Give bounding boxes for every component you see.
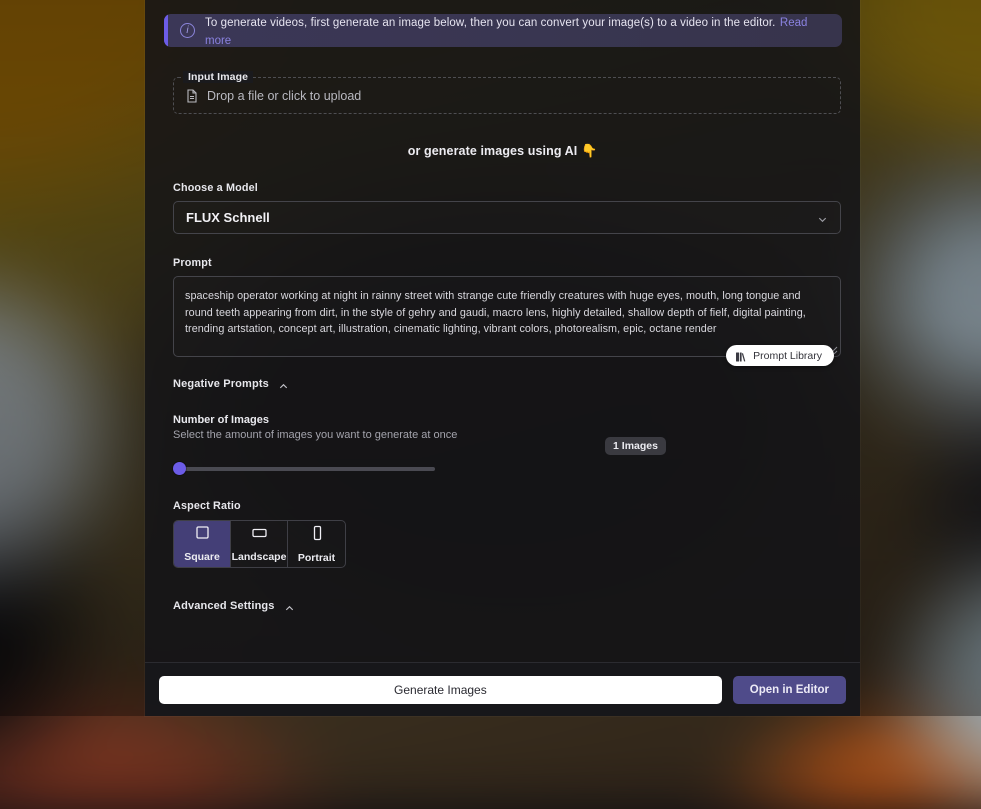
negative-prompts-toggle[interactable]: Negative Prompts — [173, 378, 289, 390]
generate-with-ai-heading: or generate images using AI 👇 — [163, 143, 842, 159]
advanced-settings-toggle[interactable]: Advanced Settings — [173, 600, 295, 612]
pointing-down-icon: 👇 — [581, 143, 597, 158]
file-icon — [186, 89, 198, 103]
generate-images-button[interactable]: Generate Images — [159, 676, 722, 704]
aspect-ratio-label: Aspect Ratio — [173, 500, 841, 512]
generation-panel: i To generate videos, first generate an … — [145, 0, 860, 716]
model-field: Choose a Model FLUX Schnell — [173, 182, 841, 234]
prompt-value: spaceship operator working at night in r… — [185, 288, 826, 338]
info-circle-icon: i — [180, 23, 195, 38]
chevron-up-icon — [278, 379, 289, 390]
book-icon — [735, 350, 747, 362]
generate-with-ai-text: or generate images using AI — [408, 144, 578, 158]
info-banner-message: To generate videos, first generate an im… — [205, 17, 775, 29]
landscape-ratio-icon — [251, 525, 268, 545]
prompt-label: Prompt — [173, 257, 841, 269]
advanced-settings-label: Advanced Settings — [173, 600, 275, 612]
input-image-placeholder: Drop a file or click to upload — [207, 89, 361, 103]
portrait-ratio-icon — [311, 525, 323, 546]
prompt-library-label: Prompt Library — [753, 350, 822, 362]
chevron-up-icon — [284, 601, 295, 612]
input-image-legend: Input Image — [183, 71, 253, 83]
slider-track — [181, 467, 435, 471]
aspect-ratio-option-square[interactable]: Square — [174, 521, 231, 567]
number-of-images-block: Number of Images Select the amount of im… — [173, 414, 841, 474]
chevron-down-icon — [817, 212, 828, 223]
input-image-dropzone[interactable]: Input Image Drop a file or click to uplo… — [173, 77, 841, 114]
prompt-textarea[interactable]: spaceship operator working at night in r… — [173, 276, 841, 357]
slider-thumb[interactable] — [173, 462, 186, 475]
model-selected-value: FLUX Schnell — [186, 210, 270, 225]
panel-scroll-area: i To generate videos, first generate an … — [145, 0, 860, 662]
info-banner-text: To generate videos, first generate an im… — [205, 14, 828, 47]
prompt-field: Prompt spaceship operator working at nig… — [173, 257, 841, 357]
aspect-ratio-label-portrait: Portrait — [298, 552, 335, 564]
prompt-library-button[interactable]: Prompt Library — [726, 345, 834, 366]
open-in-editor-button[interactable]: Open in Editor — [733, 676, 846, 704]
aspect-ratio-option-portrait[interactable]: Portrait — [288, 521, 345, 567]
aspect-ratio-label-landscape: Landscape — [232, 551, 287, 563]
number-of-images-slider[interactable] — [173, 462, 435, 474]
number-of-images-title: Number of Images — [173, 414, 841, 426]
square-ratio-icon — [195, 525, 210, 545]
aspect-ratio-label-square: Square — [184, 551, 220, 563]
negative-prompts-label: Negative Prompts — [173, 378, 269, 390]
aspect-ratio-group: Square Landscape — [173, 520, 346, 568]
model-select[interactable]: FLUX Schnell — [173, 201, 841, 234]
info-banner: i To generate videos, first generate an … — [164, 14, 842, 47]
aspect-ratio-block: Aspect Ratio Square — [173, 500, 841, 568]
image-count-badge: 1 Images — [605, 437, 666, 455]
number-of-images-subtitle: Select the amount of images you want to … — [173, 429, 841, 441]
action-bar: Generate Images Open in Editor — [145, 662, 860, 716]
aspect-ratio-option-landscape[interactable]: Landscape — [231, 521, 288, 567]
model-label: Choose a Model — [173, 182, 841, 194]
